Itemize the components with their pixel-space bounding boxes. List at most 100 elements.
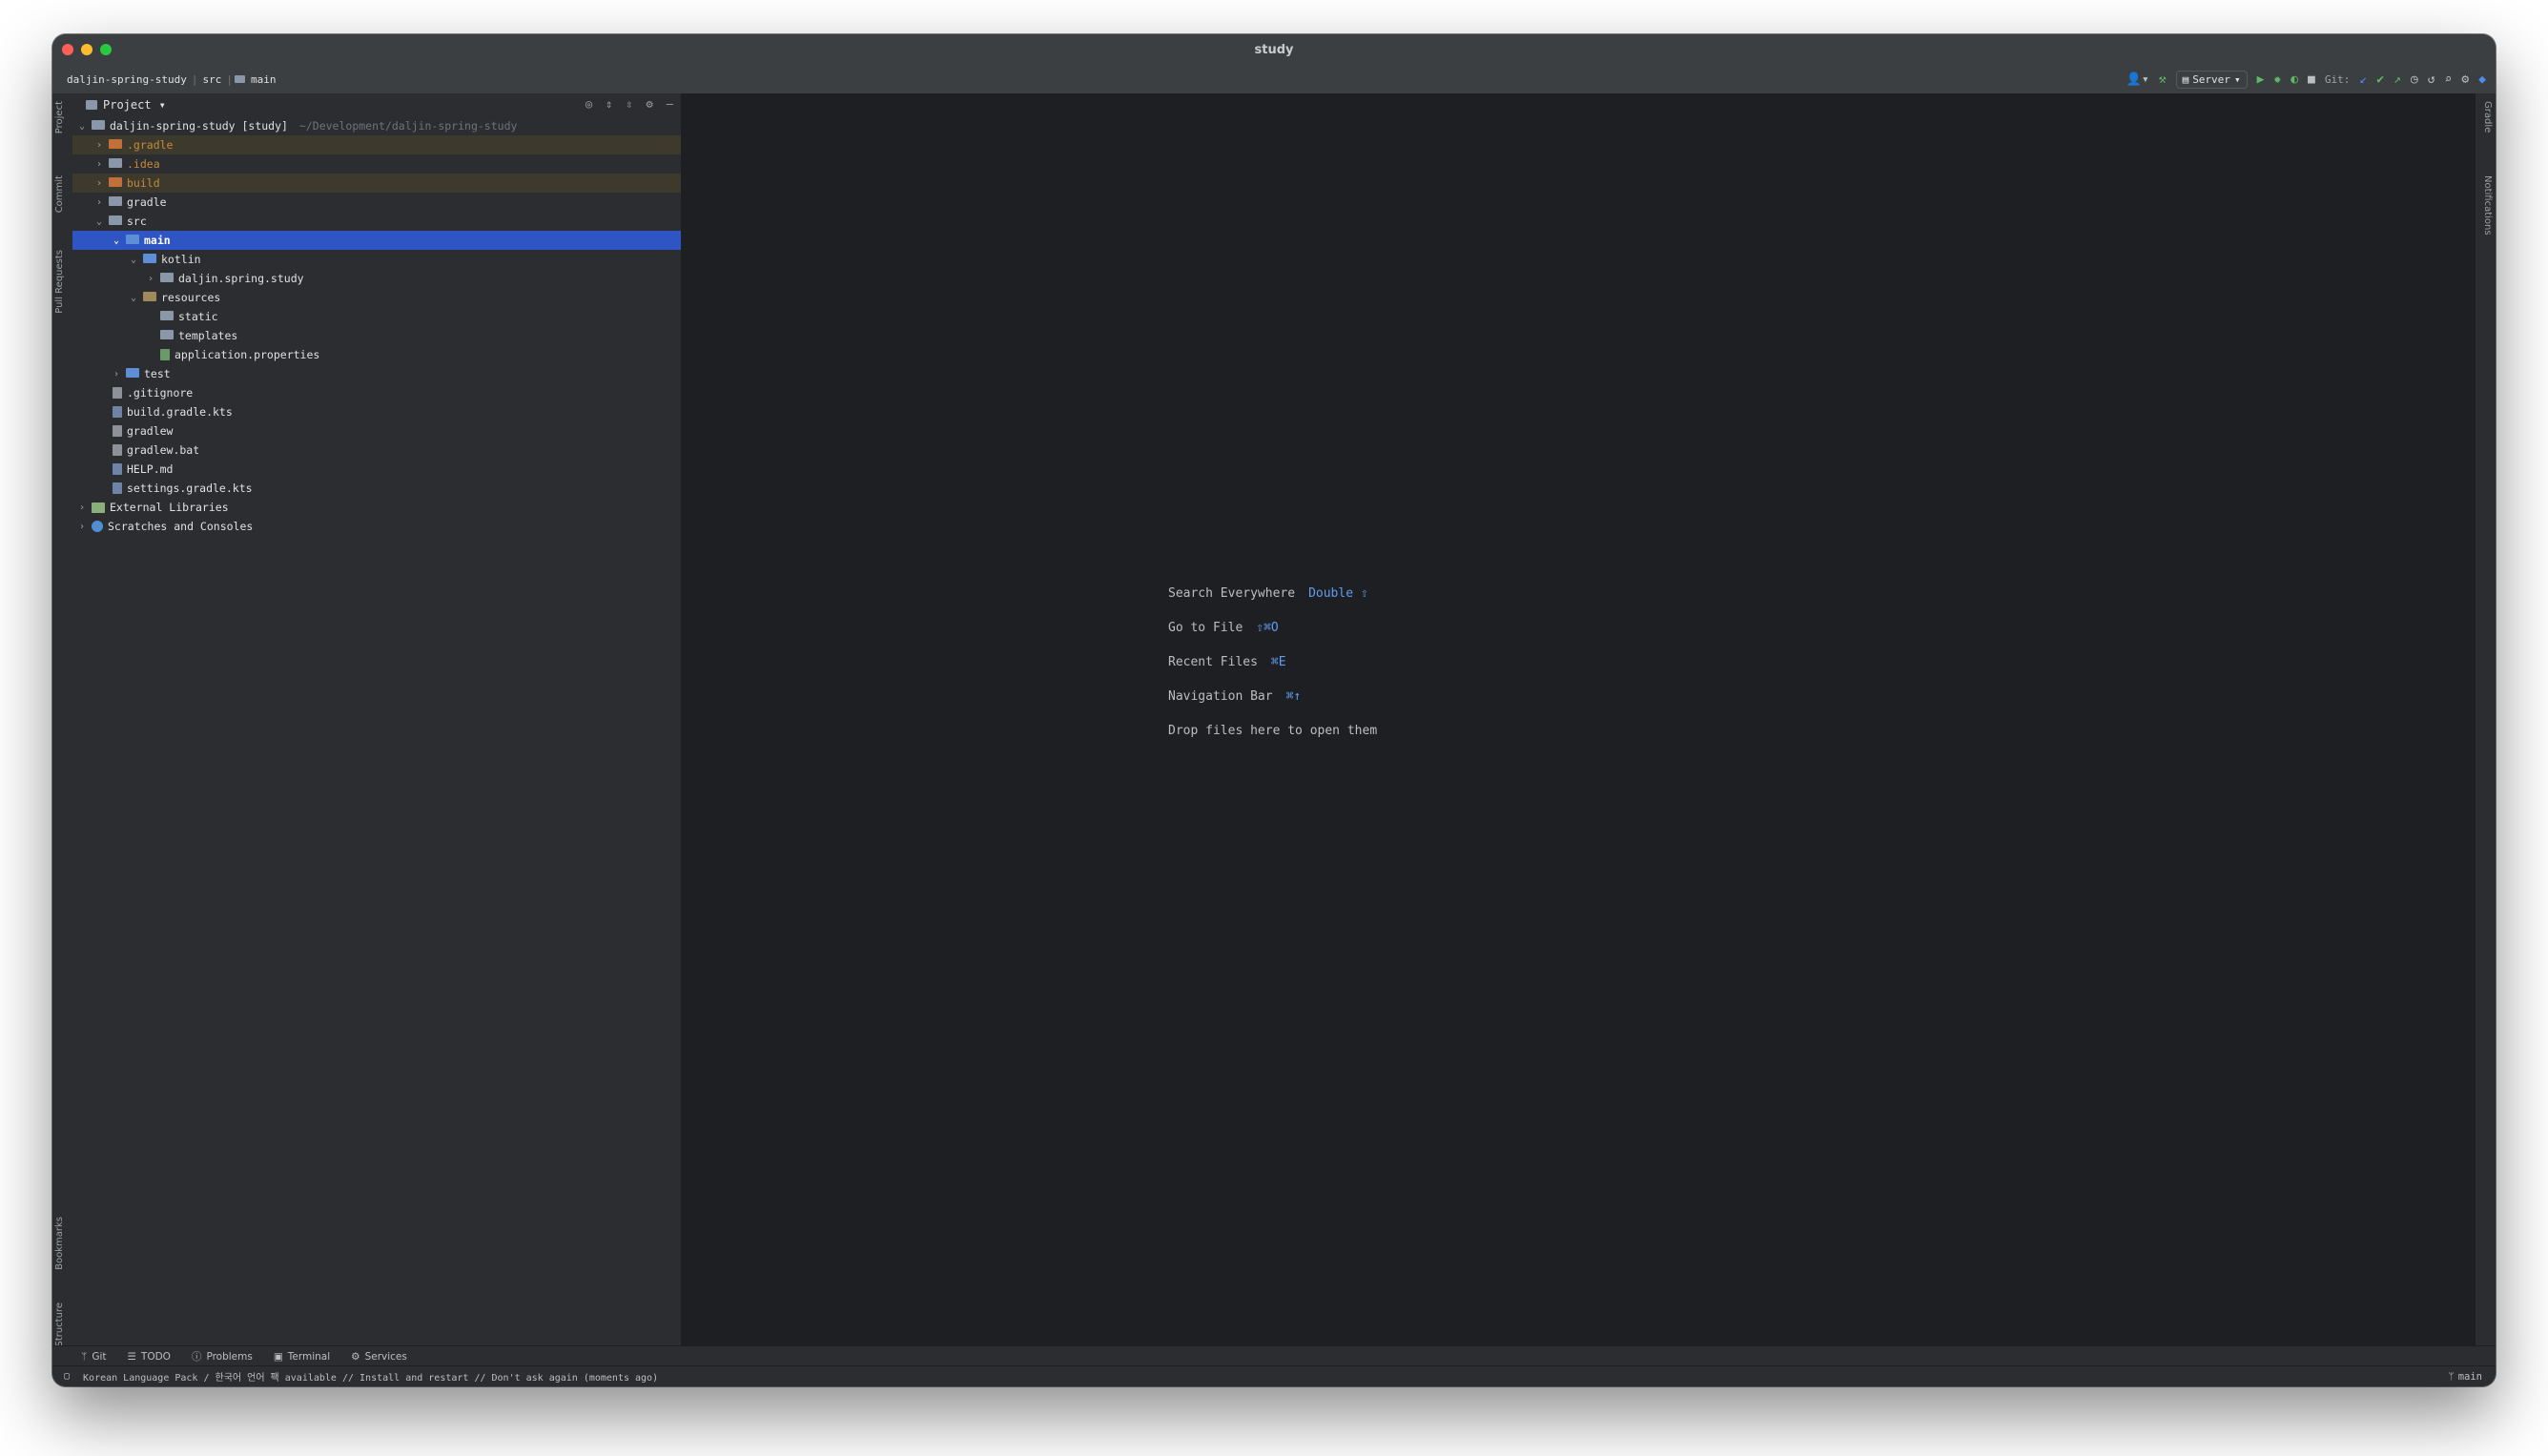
- tree-item-label: .gitignore: [127, 386, 194, 400]
- git-push-icon[interactable]: ↗: [2394, 72, 2401, 87]
- module-folder-icon: [92, 120, 105, 130]
- tree-item-gradle[interactable]: › gradle: [72, 193, 681, 212]
- chevron-down-icon[interactable]: ⌄: [76, 121, 88, 132]
- user-icon[interactable]: 👤▾: [2127, 72, 2149, 87]
- chevron-right-icon[interactable]: ›: [76, 502, 88, 513]
- run-icon[interactable]: ▶: [2257, 72, 2265, 87]
- tree-item-test[interactable]: › test: [72, 364, 681, 383]
- tool-tab-project[interactable]: Project: [54, 101, 65, 133]
- chevron-down-icon: ▾: [2233, 72, 2241, 86]
- chevron-down-icon[interactable]: ⌄: [128, 255, 139, 265]
- tree-item-application-properties[interactable]: application.properties: [72, 345, 681, 364]
- tree-item-main[interactable]: ⌄ main: [72, 231, 681, 250]
- tool-tab-notifications[interactable]: Notifications: [2482, 175, 2493, 236]
- tool-tab-todo[interactable]: ☰ TODO: [127, 1351, 170, 1363]
- chevron-down-icon[interactable]: ⌄: [111, 236, 122, 246]
- git-branch-name: main: [2457, 1370, 2482, 1383]
- hide-panel-icon[interactable]: —: [667, 97, 673, 111]
- tree-item-settings-gradle-kts[interactable]: settings.gradle.kts: [72, 479, 681, 498]
- coverage-icon[interactable]: ◐: [2291, 72, 2298, 87]
- locate-file-icon[interactable]: ◎: [586, 97, 592, 111]
- tree-item-static[interactable]: static: [72, 307, 681, 326]
- hint-label: Navigation Bar: [1168, 688, 1273, 704]
- chevron-right-icon[interactable]: ›: [93, 140, 105, 151]
- breadcrumb-project[interactable]: daljin-spring-study: [64, 73, 190, 86]
- resources-folder-icon: [143, 292, 156, 301]
- main-toolbar: 👤▾ ⚒ ▤ Server ▾ ▶ ✹ ◐ ■ Git: ↙ ✔ ↗ ◷ ↺ ⌕…: [2127, 65, 2486, 93]
- chevron-right-icon[interactable]: ›: [93, 197, 105, 208]
- breadcrumb-main[interactable]: main: [248, 73, 279, 86]
- tree-item-idea[interactable]: › .idea: [72, 154, 681, 174]
- chevron-right-icon[interactable]: ›: [111, 369, 122, 379]
- breadcrumb-src[interactable]: src: [199, 73, 224, 86]
- tree-item-build[interactable]: › build: [72, 174, 681, 193]
- bottom-tab-label: Problems: [206, 1350, 253, 1363]
- tool-tab-gradle[interactable]: Gradle: [2482, 101, 2493, 133]
- git-branch-widget[interactable]: ᛘ main: [2448, 1366, 2482, 1386]
- tree-item-scratches[interactable]: › Scratches and Consoles: [72, 517, 681, 536]
- rollback-icon[interactable]: ↺: [2428, 72, 2435, 87]
- collapse-all-icon[interactable]: ⇳: [626, 97, 632, 111]
- tree-item-templates[interactable]: templates: [72, 326, 681, 345]
- editor-area[interactable]: Search Everywhere Double ⇧ Go to File ⇧⌘…: [682, 93, 2476, 1346]
- bottom-tool-tabs: ᛘ Git ☰ TODO ⓘ Problems ▣ Terminal ⚙ Services: [52, 1345, 2496, 1366]
- status-message[interactable]: Korean Language Pack / 한국어 언어 팩 availabl…: [83, 1369, 658, 1384]
- project-view-icon: [86, 100, 97, 110]
- gear-icon[interactable]: ⚙: [647, 97, 653, 111]
- list-icon: ☰: [127, 1350, 136, 1363]
- tree-item-external-libraries[interactable]: › External Libraries: [72, 498, 681, 517]
- breadcrumb-separator: |: [226, 72, 233, 86]
- tree-item-help-md[interactable]: HELP.md: [72, 460, 681, 479]
- project-panel-title[interactable]: Project: [103, 98, 152, 112]
- build-hammer-icon[interactable]: ⚒: [2159, 72, 2167, 87]
- tree-item-root[interactable]: ⌄ daljin-spring-study [study] ~/Developm…: [72, 116, 681, 135]
- tree-item-resources[interactable]: ⌄ resources: [72, 288, 681, 307]
- tool-tab-terminal[interactable]: ▣ Terminal: [274, 1351, 330, 1363]
- tool-tab-commit[interactable]: Commit: [54, 175, 65, 213]
- tree-item-gradlew[interactable]: gradlew: [72, 421, 681, 441]
- git-update-icon[interactable]: ↙: [2359, 72, 2367, 87]
- git-commit-icon[interactable]: ✔: [2376, 72, 2384, 87]
- ide-update-icon[interactable]: ◆: [2478, 72, 2486, 87]
- tree-item-build-gradle-kts[interactable]: build.gradle.kts: [72, 402, 681, 421]
- hint-shortcut: Double ⇧: [1308, 585, 1368, 601]
- tool-tab-pull-requests[interactable]: Pull Requests: [54, 250, 65, 314]
- ide-window: study daljin-spring-study | src | main 👤…: [52, 34, 2496, 1386]
- chevron-right-icon[interactable]: ›: [76, 522, 88, 532]
- tree-item-gradlew-bat[interactable]: gradlew.bat: [72, 441, 681, 460]
- hint-shortcut: ⇧⌘O: [1256, 620, 1279, 635]
- chevron-down-icon[interactable]: ⌄: [128, 293, 139, 303]
- hint-drop-files: Drop files here to open them: [1168, 713, 1377, 748]
- window-controls: [62, 44, 112, 55]
- stop-icon[interactable]: ■: [2308, 72, 2315, 87]
- tree-item-src[interactable]: ⌄ src: [72, 212, 681, 231]
- chevron-right-icon[interactable]: ›: [93, 178, 105, 189]
- debug-icon[interactable]: ✹: [2273, 72, 2281, 87]
- chevron-right-icon[interactable]: ›: [93, 159, 105, 170]
- status-toggle-icon[interactable]: ▢: [64, 1371, 70, 1382]
- run-configuration-select[interactable]: ▤ Server ▾: [2175, 70, 2248, 89]
- settings-icon[interactable]: ⚙: [2461, 72, 2469, 87]
- bottom-tab-label: Services: [364, 1350, 407, 1363]
- tree-item-label: build: [127, 176, 160, 190]
- tree-item-package[interactable]: › daljin.spring.study: [72, 269, 681, 288]
- tool-tab-services[interactable]: ⚙ Services: [351, 1351, 407, 1363]
- tree-item-gradle-hidden[interactable]: › .gradle: [72, 135, 681, 154]
- chevron-down-icon[interactable]: ⌄: [93, 216, 105, 227]
- expand-all-icon[interactable]: ⇕: [606, 97, 612, 111]
- tool-tab-structure[interactable]: Structure: [54, 1302, 65, 1347]
- chevron-down-icon[interactable]: ▾: [159, 98, 166, 112]
- tool-tab-problems[interactable]: ⓘ Problems: [192, 1349, 253, 1364]
- search-icon[interactable]: ⌕: [2445, 72, 2453, 87]
- tool-tab-git[interactable]: ᛘ Git: [81, 1351, 106, 1363]
- tree-item-gitignore[interactable]: .gitignore: [72, 383, 681, 402]
- markdown-file-icon: [113, 463, 122, 475]
- close-window-button[interactable]: [62, 44, 73, 55]
- tool-tab-bookmarks[interactable]: Bookmarks: [54, 1217, 65, 1270]
- minimize-window-button[interactable]: [81, 44, 92, 55]
- maximize-window-button[interactable]: [100, 44, 112, 55]
- history-icon[interactable]: ◷: [2411, 72, 2418, 87]
- tree-item-kotlin[interactable]: ⌄ kotlin: [72, 250, 681, 269]
- folder-icon: [109, 215, 122, 225]
- chevron-right-icon[interactable]: ›: [145, 274, 156, 284]
